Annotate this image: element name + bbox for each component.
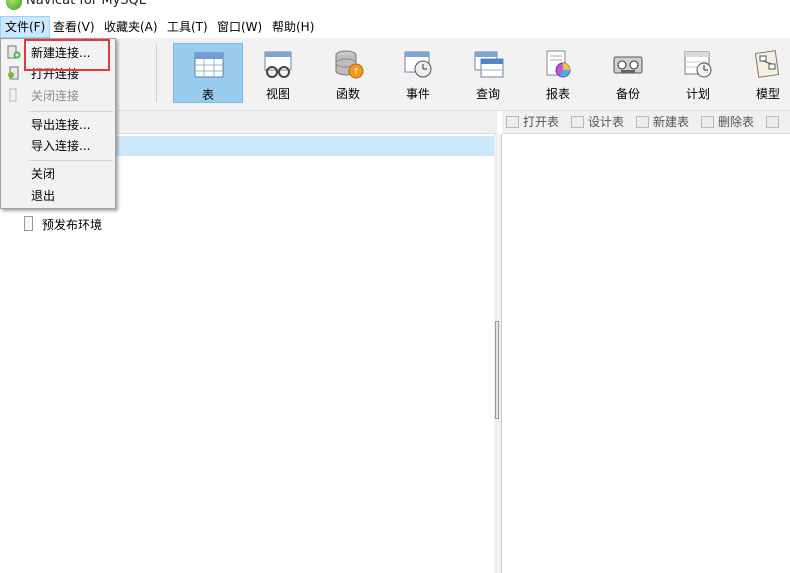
window-title: Navicat for MySQL [26, 0, 146, 8]
main-toolbar: 表 视图 f 函数 事件 查询 报表 备份 计划 模型 [0, 38, 790, 111]
menu-help[interactable]: 帮助(H) [268, 16, 318, 38]
menu-view[interactable]: 查看(V) [49, 16, 99, 38]
toolbar-model-label: 模型 [755, 87, 780, 101]
design-table-button[interactable]: 设计表 [571, 114, 624, 130]
menu-separator [29, 160, 113, 161]
menu-export-connection[interactable]: 导出连接... [31, 115, 90, 135]
table-icon [194, 52, 224, 78]
splitter-grip[interactable] [495, 321, 499, 419]
open-table-label: 打开表 [523, 115, 560, 129]
connection-item-label: 预发布环境 [42, 218, 103, 232]
toolbar-query-label: 查询 [475, 87, 500, 101]
delete-table-label: 删除表 [718, 115, 755, 129]
connection-icon [24, 216, 33, 231]
toolbar-schedule-button[interactable]: 计划 [663, 43, 733, 103]
more-icon [766, 116, 779, 128]
open-connection-icon [8, 66, 19, 80]
toolbar-table-button[interactable]: 表 [173, 43, 243, 103]
report-icon [546, 50, 571, 78]
connection-item[interactable]: 预发布环境 [24, 216, 102, 234]
delete-table-icon [701, 116, 714, 128]
model-icon [754, 50, 780, 78]
delete-table-button[interactable]: 删除表 [701, 114, 754, 130]
toolbar-event-label: 事件 [405, 87, 430, 101]
event-icon [404, 51, 432, 78]
object-toolbar: 打开表 设计表 新建表 删除表 [502, 111, 790, 134]
objects-panel [502, 134, 790, 573]
menu-close-connection[interactable]: 关闭连接 [31, 86, 79, 106]
toolbar-function-label: 函数 [335, 87, 360, 101]
toolbar-separator [156, 44, 157, 102]
new-table-icon [636, 116, 649, 128]
toolbar-schedule-label: 计划 [685, 87, 710, 101]
toolbar-report-label: 报表 [545, 87, 570, 101]
more-toolbar-button[interactable] [766, 114, 783, 130]
schedule-icon [684, 51, 712, 78]
title-bar: Navicat for MySQL [0, 0, 790, 16]
menu-separator [29, 111, 113, 112]
menu-window[interactable]: 窗口(W) [213, 16, 266, 38]
toolbar-backup-button[interactable]: 备份 [593, 43, 663, 103]
panel-splitter[interactable] [494, 134, 502, 573]
close-connection-icon [9, 88, 17, 102]
toolbar-event-button[interactable]: 事件 [383, 43, 453, 103]
menu-import-connection[interactable]: 导入连接... [31, 136, 90, 156]
svg-text:f: f [355, 67, 358, 76]
design-table-icon [571, 116, 584, 128]
toolbar-model-button[interactable]: 模型 [733, 43, 790, 103]
menu-bar: 文件(F) 查看(V) 收藏夹(A) 工具(T) 窗口(W) 帮助(H) [0, 16, 790, 38]
annotation-highlight-box [24, 39, 110, 71]
new-table-label: 新建表 [653, 115, 690, 129]
menu-file[interactable]: 文件(F) [0, 16, 51, 38]
toolbar-table-label: 表 [201, 88, 214, 102]
open-table-button[interactable]: 打开表 [506, 114, 559, 130]
query-icon [474, 51, 504, 78]
backup-icon [613, 56, 643, 74]
new-connection-icon [7, 45, 21, 59]
new-table-button[interactable]: 新建表 [636, 114, 689, 130]
function-icon: f [335, 50, 364, 79]
menu-favorites[interactable]: 收藏夹(A) [100, 16, 162, 38]
toolbar-query-button[interactable]: 查询 [453, 43, 523, 103]
view-icon [264, 51, 292, 78]
menu-close[interactable]: 关闭 [31, 164, 55, 184]
toolbar-report-button[interactable]: 报表 [523, 43, 593, 103]
menu-tools[interactable]: 工具(T) [163, 16, 212, 38]
toolbar-view-label: 视图 [265, 87, 290, 101]
open-table-icon [506, 116, 519, 128]
navicat-logo-icon [6, 0, 22, 10]
toolbar-function-button[interactable]: f 函数 [313, 43, 383, 103]
toolbar-view-button[interactable]: 视图 [243, 43, 313, 103]
menu-exit[interactable]: 退出 [31, 186, 55, 206]
design-table-label: 设计表 [588, 115, 625, 129]
toolbar-backup-label: 备份 [615, 87, 640, 101]
